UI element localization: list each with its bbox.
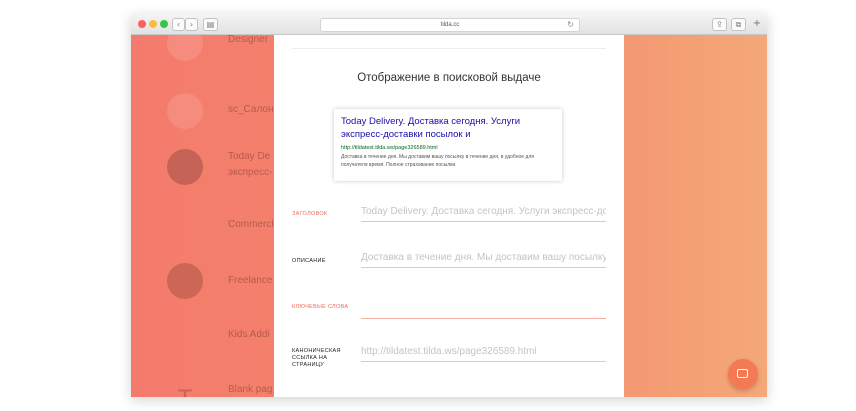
section-title: Отображение в поисковой выдаче [357,72,541,84]
list-item-label: Today De [228,151,271,162]
chat-icon [737,369,748,378]
forward-button[interactable]: › [185,18,198,31]
close-window-button[interactable] [138,20,146,28]
list-item-label: Freelance [228,275,273,286]
browser-window: ‹ › ▤ tilda.cc ↻ ⇪ ⧉ + Designer sc_Салон… [131,14,767,397]
reload-icon[interactable]: ↻ [567,19,574,31]
sidebar-toggle-icon[interactable]: ▤ [203,18,218,31]
share-icon[interactable]: ⇪ [712,18,727,31]
list-item-label: sc_Салон [228,104,274,115]
title-field-label: ЗАГОЛОВОК [292,211,328,217]
zoom-window-button[interactable] [160,20,168,28]
osi-logo-icon [167,35,203,61]
seo-settings-panel: Отображение в поисковой выдаче Today Del… [274,35,624,397]
tabs-overview-icon[interactable]: ⧉ [731,18,746,31]
preview-title: Today Delivery. Доставка сегодня. Услуги… [341,116,521,140]
description-input[interactable]: Доставка в течение дня. Мы доставим вашу… [361,250,606,268]
keywords-input[interactable] [361,301,606,319]
new-tab-icon[interactable]: + [751,18,763,29]
address-text: tilda.cc [440,22,460,28]
photo-avatar-icon [167,149,203,185]
page-content: Designer sc_Салон Today De экспресс- Com… [131,35,767,397]
portrait-avatar-icon [167,263,203,299]
minimize-window-button[interactable] [149,20,157,28]
t-logo-icon: T [167,385,203,397]
list-item-label: Kids Addi [228,329,270,340]
list-item-label: Commercl [228,219,274,230]
canonical-field-label: КАНОНИЧЕСКАЯ ССЫЛКА НА СТРАНИЦУ [292,348,341,368]
search-result-preview: Today Delivery. Доставка сегодня. Услуги… [334,109,562,181]
list-item-label: Designer [228,35,269,45]
back-button[interactable]: ‹ [172,18,185,31]
list-item-label: Blank pag [228,384,273,395]
chat-button[interactable] [728,359,758,389]
divider [292,48,606,49]
description-field-label: ОПИСАНИЕ [292,258,326,264]
keywords-field-label: КЛЮЧЕВЫЕ СЛОВА [292,304,349,310]
address-bar[interactable]: tilda.cc ↻ [320,18,580,32]
preview-url: http://tildatest.tilda.ws/page326589.htm… [341,145,438,151]
title-input[interactable]: Today Delivery. Доставка сегодня. Услуги… [361,204,606,222]
browser-toolbar: ‹ › ▤ tilda.cc ↻ ⇪ ⧉ + [131,14,767,35]
list-item-sublabel: экспресс- [228,167,273,178]
canonical-url-input[interactable]: http://tildatest.tilda.ws/page326589.htm… [361,344,606,362]
preview-description: Доставка в течение дня. Мы доставим вашу… [341,154,534,168]
osi-logo-icon [167,93,203,129]
